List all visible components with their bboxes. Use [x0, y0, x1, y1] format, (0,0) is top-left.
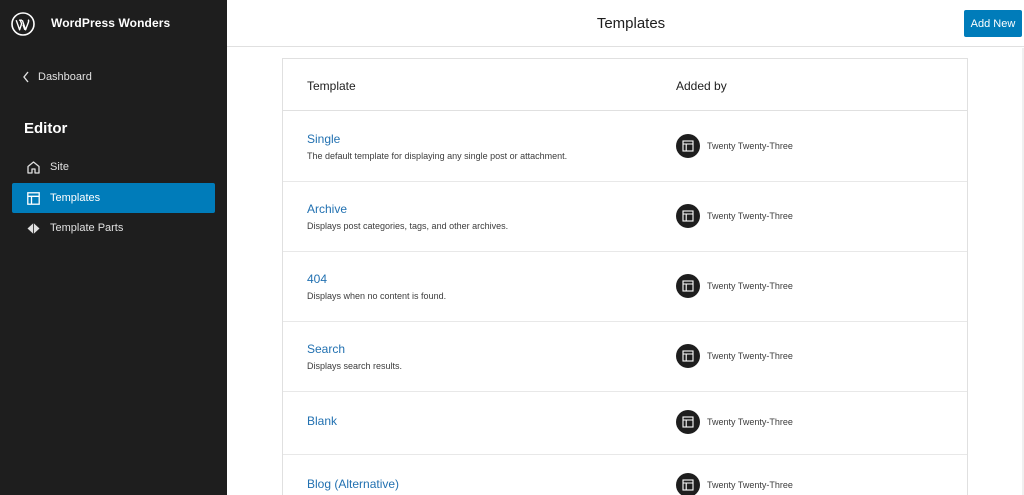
added-by: Twenty Twenty-Three	[676, 344, 793, 368]
dashboard-label: Dashboard	[38, 71, 92, 83]
added-by-name: Twenty Twenty-Three	[707, 480, 793, 490]
template-link-blog-alternative[interactable]: Blog (Alternative)	[307, 477, 399, 491]
added-by-name: Twenty Twenty-Three	[707, 211, 793, 221]
added-by-name: Twenty Twenty-Three	[707, 417, 793, 427]
column-header-template: Template	[307, 79, 356, 93]
layout-icon	[26, 191, 41, 206]
template-description: Displays when no content is found.	[307, 291, 447, 301]
layout-icon	[682, 416, 694, 428]
header: Templates Add New	[227, 0, 1024, 47]
page-title: Templates	[596, 15, 666, 32]
table-row: Blog (Alternative) Twenty Twenty-Three	[283, 455, 967, 495]
added-by: Twenty Twenty-Three	[676, 410, 793, 434]
layout-icon	[682, 210, 694, 222]
theme-avatar	[676, 410, 700, 434]
theme-avatar	[676, 274, 700, 298]
site-name: WordPress Wonders	[51, 16, 171, 30]
template-link-404[interactable]: 404	[307, 272, 327, 286]
template-link-blank[interactable]: Blank	[307, 414, 337, 428]
add-new-button[interactable]: Add New	[964, 10, 1022, 37]
home-icon	[26, 160, 41, 175]
layout-icon	[682, 280, 694, 292]
table-row: Blank Twenty Twenty-Three	[283, 392, 967, 455]
diamond-icon	[26, 221, 41, 236]
added-by-name: Twenty Twenty-Three	[707, 281, 793, 291]
sidebar-item-site[interactable]: Site	[12, 152, 215, 182]
table-row: Single The default template for displayi…	[283, 111, 967, 182]
templates-table: Template Added by Single The default tem…	[282, 58, 968, 495]
layout-icon	[682, 350, 694, 362]
sidebar: WordPress Wonders Dashboard Editor Site …	[0, 0, 227, 495]
template-link-archive[interactable]: Archive	[307, 202, 347, 216]
template-description: The default template for displaying any …	[307, 151, 568, 161]
layout-icon	[682, 140, 694, 152]
table-row: 404 Displays when no content is found. T…	[283, 252, 967, 322]
sidebar-item-label: Templates	[50, 192, 101, 204]
added-by: Twenty Twenty-Three	[676, 204, 793, 228]
theme-avatar	[676, 134, 700, 158]
table-row: Search Displays search results. Twenty T…	[283, 322, 967, 392]
theme-avatar	[676, 344, 700, 368]
column-header-added-by: Added by	[676, 79, 727, 93]
template-description: Displays search results.	[307, 361, 403, 371]
template-description: Displays post categories, tags, and othe…	[307, 221, 509, 231]
sidebar-item-label: Site	[50, 161, 69, 173]
added-by-name: Twenty Twenty-Three	[707, 141, 793, 151]
table-header: Template Added by	[283, 59, 967, 111]
added-by: Twenty Twenty-Three	[676, 274, 793, 298]
theme-avatar	[676, 204, 700, 228]
sidebar-item-label: Template Parts	[50, 222, 124, 234]
chevron-left-icon	[23, 71, 29, 83]
added-by-name: Twenty Twenty-Three	[707, 351, 793, 361]
dashboard-back-link[interactable]: Dashboard	[22, 71, 92, 83]
table-row: Archive Displays post categories, tags, …	[283, 182, 967, 252]
added-by: Twenty Twenty-Three	[676, 134, 793, 158]
site-brand[interactable]: WordPress Wonders	[0, 0, 227, 47]
layout-icon	[682, 479, 694, 491]
added-by: Twenty Twenty-Three	[676, 473, 793, 495]
sidebar-item-templates[interactable]: Templates	[12, 183, 215, 213]
editor-section-title: Editor	[24, 120, 68, 137]
wordpress-logo-icon[interactable]	[11, 12, 35, 36]
theme-avatar	[676, 473, 700, 495]
template-link-search[interactable]: Search	[307, 342, 345, 356]
template-link-single[interactable]: Single	[307, 132, 340, 146]
sidebar-item-template-parts[interactable]: Template Parts	[12, 213, 215, 243]
templates-main: Template Added by Single The default tem…	[227, 48, 1024, 495]
